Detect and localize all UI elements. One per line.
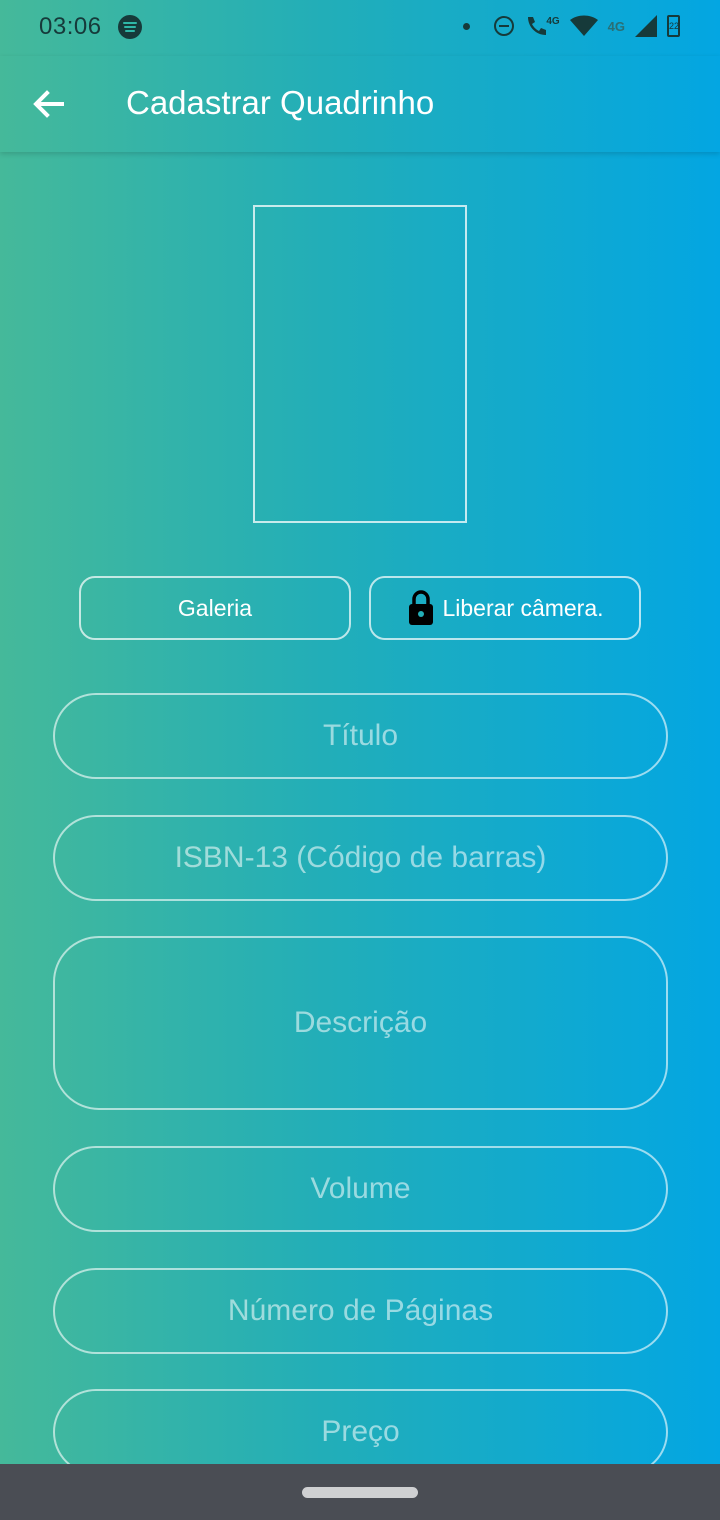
pages-field-placeholder: Número de Páginas bbox=[227, 1294, 494, 1327]
signal-icon bbox=[635, 15, 657, 37]
home-gesture-handle[interactable] bbox=[302, 1487, 418, 1498]
battery-icon: 22 bbox=[667, 15, 680, 37]
volume-field[interactable]: Volume bbox=[53, 1146, 668, 1232]
status-icons: 4G 4G 22 bbox=[463, 14, 680, 38]
title-field[interactable]: Título bbox=[53, 693, 668, 779]
isbn-field-placeholder: ISBN-13 (Código de barras) bbox=[174, 841, 547, 874]
arrow-back-icon[interactable] bbox=[28, 84, 68, 124]
enable-camera-button-label: Liberar câmera. bbox=[442, 594, 604, 621]
status-bar: 03:06 4G 4G 22 bbox=[0, 0, 720, 56]
system-navigation-bar bbox=[0, 1464, 720, 1520]
cover-image-placeholder[interactable] bbox=[253, 205, 467, 523]
lock-icon bbox=[409, 590, 434, 625]
network-label: 4G bbox=[607, 18, 625, 34]
gallery-button[interactable]: Galeria bbox=[79, 576, 351, 640]
spotify-icon bbox=[118, 15, 142, 39]
isbn-field[interactable]: ISBN-13 (Código de barras) bbox=[53, 815, 668, 901]
volume-field-placeholder: Volume bbox=[310, 1172, 411, 1205]
title-field-placeholder: Título bbox=[322, 719, 399, 752]
description-field[interactable]: Descrição bbox=[53, 936, 668, 1110]
page-title: Cadastrar Quadrinho bbox=[126, 84, 435, 121]
gallery-button-label: Galeria bbox=[177, 594, 253, 621]
network-label: 4G bbox=[546, 15, 560, 27]
enable-camera-button[interactable]: Liberar câmera. bbox=[369, 576, 641, 640]
price-field-placeholder: Preço bbox=[321, 1415, 400, 1448]
app-bar: Cadastrar Quadrinho bbox=[0, 56, 720, 152]
pages-field[interactable]: Número de Páginas bbox=[53, 1268, 668, 1354]
do-not-disturb-icon bbox=[494, 16, 515, 36]
notification-dot-icon bbox=[463, 22, 471, 30]
wifi-icon bbox=[569, 15, 598, 36]
price-field[interactable]: Preço bbox=[53, 1389, 668, 1475]
description-field-placeholder: Descrição bbox=[293, 1006, 428, 1039]
status-time: 03:06 bbox=[39, 13, 102, 40]
